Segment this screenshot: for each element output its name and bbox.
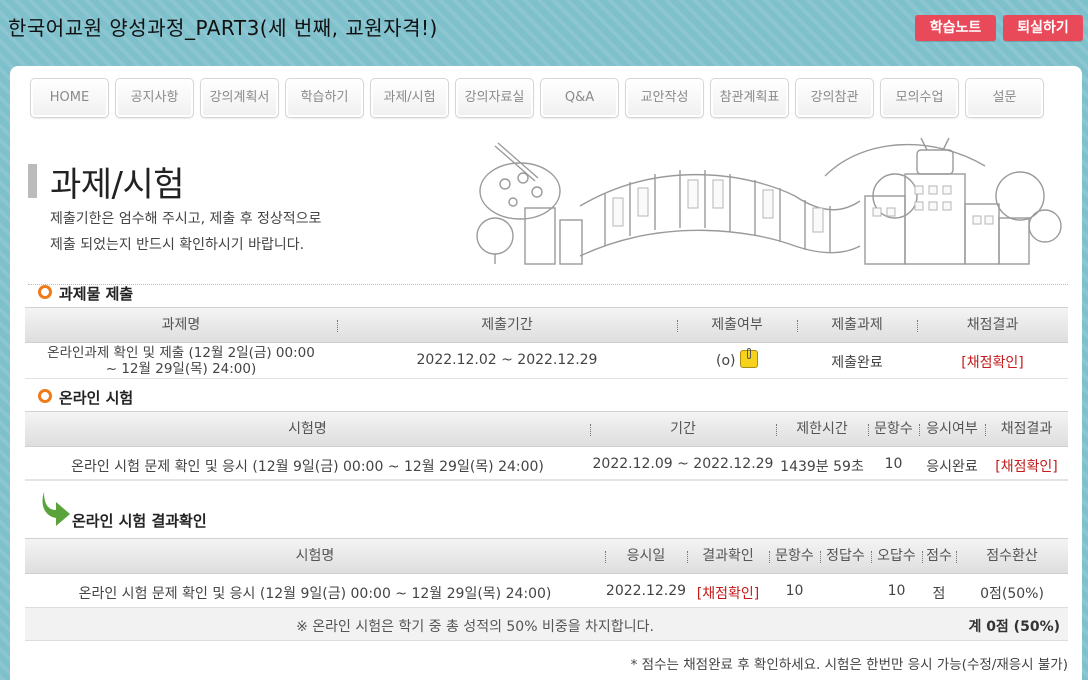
nav-syllabus[interactable]: 강의계획서 <box>200 78 279 118</box>
col-score: 점수 <box>926 548 952 564</box>
table-row: 온라인 시험 문제 확인 및 응시 (12월 9일(금) 00:00 ~ 12월… <box>25 575 1068 609</box>
assignment-name: 온라인과제 확인 및 제출 (12월 2일(금) 00:00 ~ 12월 29일… <box>25 345 337 377</box>
study-note-button[interactable]: 학습노트 <box>915 15 996 41</box>
exam-result-table-header: 시험명 응시일 결과확인 문항수 정답수 오답수 점수 점수환산 <box>25 538 1068 574</box>
nav-observation[interactable]: 강의참관 <box>795 78 874 118</box>
exit-button[interactable]: 퇴실하기 <box>1003 15 1083 41</box>
submitted-mark: (o) <box>716 353 736 369</box>
col-questions: 문항수 <box>874 421 913 437</box>
total-score: 계 0점 (50%) <box>968 619 1060 635</box>
row-divider <box>25 378 1068 379</box>
exam-grade-link[interactable]: [채점확인] <box>985 456 1068 476</box>
assignment-table-header: 과제명 제출기간 제출여부 제출과제 채점결과 <box>25 307 1068 343</box>
exam-name: 온라인 시험 문제 확인 및 응시 (12월 9일(금) 00:00 ~ 12월… <box>71 459 544 475</box>
col-submit-period: 제출기간 <box>481 317 533 333</box>
result-score: 점 <box>932 586 946 602</box>
assignment-submitted: (o) <box>677 348 797 369</box>
exam-footnote: * 점수는 채점완료 후 확인하세요. 시험은 한번만 응시 가능(수정/재응시… <box>630 657 1068 673</box>
exam-questions: 10 <box>884 456 903 472</box>
col-exam-date: 응시일 <box>626 548 666 564</box>
page-description-line2: 제출 되었는지 반드시 확인하시기 바랍니다. <box>50 237 305 253</box>
nav-observation-plan[interactable]: 참관계획표 <box>710 78 789 118</box>
exam-result-section-title: 온라인 시험 결과확인 <box>72 512 207 530</box>
col-correct: 정답수 <box>826 548 865 564</box>
result-grade-link[interactable]: [채점확인] <box>687 583 769 603</box>
green-curved-arrow-icon <box>42 492 70 526</box>
assignment-name-line2: ~ 12월 29일(목) 24:00) <box>105 361 257 377</box>
nav-materials[interactable]: 강의자료실 <box>455 78 534 118</box>
col-attended: 응시여부 <box>926 421 978 437</box>
assignment-status: 제출완료 <box>831 355 883 371</box>
result-wrong: 10 <box>887 583 906 599</box>
col-submitted: 제출여부 <box>711 317 763 333</box>
col-exam-name: 시험명 <box>295 548 335 564</box>
attachment-file-icon[interactable] <box>739 348 758 368</box>
col-assignment-name: 과제명 <box>161 317 201 333</box>
result-converted: 0점(50%) <box>980 586 1044 602</box>
result-summary-bar: ※ 온라인 시험은 학기 중 총 성적의 50% 비중을 차지합니다. 계 0점… <box>25 607 1068 641</box>
nav-assignment-exam[interactable]: 과제/시험 <box>370 78 449 118</box>
city-piano-illustration-icon <box>476 137 1062 265</box>
col-grade-result: 채점결과 <box>966 317 1019 333</box>
nav-lesson-plan[interactable]: 교안작성 <box>625 78 704 118</box>
nav-mock-class[interactable]: 모의수업 <box>880 78 959 118</box>
exam-section-title: 온라인 시험 <box>59 389 134 407</box>
nav-study[interactable]: 학습하기 <box>285 78 364 118</box>
weight-note: ※ 온라인 시험은 학기 중 총 성적의 50% 비중을 차지합니다. <box>296 619 654 635</box>
nav-home[interactable]: HOME <box>30 78 109 118</box>
col-result-check: 결과확인 <box>702 548 754 564</box>
assignment-grade-link[interactable]: [채점확인] <box>917 352 1068 372</box>
nav-survey[interactable]: 설문 <box>965 78 1044 118</box>
nav-qna[interactable]: Q&A <box>540 78 619 118</box>
title-bar: 한국어교원 양성과정_PART3(세 번째, 교원자격!) 학습노트 퇴실하기 <box>0 0 1088 60</box>
col-submit-task: 제출과제 <box>831 317 883 333</box>
col-converted-score: 점수환산 <box>986 548 1038 564</box>
col-time-limit: 제한시간 <box>796 421 848 437</box>
divider <box>28 284 1068 285</box>
exam-status: 응시완료 <box>926 459 978 475</box>
assignment-name-line1: 온라인과제 확인 및 제출 (12월 2일(금) 00:00 <box>47 345 315 361</box>
exam-time-limit: 1439분 59초 <box>780 459 864 475</box>
col-exam-name: 시험명 <box>288 421 327 437</box>
assignment-period: 2022.12.02 ~ 2022.12.29 <box>416 352 598 368</box>
col-exam-period: 기간 <box>670 421 696 437</box>
circle-bullet-icon <box>38 285 52 299</box>
col-wrong: 오답수 <box>877 548 916 564</box>
nav-notice[interactable]: 공지사항 <box>115 78 194 118</box>
content-panel: HOME 공지사항 강의계획서 학습하기 과제/시험 강의자료실 Q&A 교안작… <box>10 66 1082 680</box>
page-title: 과제/시험 <box>50 165 185 205</box>
result-exam-name: 온라인 시험 문제 확인 및 응시 (12월 9일(금) 00:00 ~ 12월… <box>78 586 552 602</box>
col-grade-result: 채점결과 <box>1000 421 1053 437</box>
table-row: 온라인 시험 문제 확인 및 응시 (12월 9일(금) 00:00 ~ 12월… <box>25 448 1068 482</box>
circle-bullet-icon <box>38 389 52 403</box>
col-questions: 문항수 <box>775 548 814 564</box>
page-description-line1: 제출기한은 엄수해 주시고, 제출 후 정상적으로 <box>50 211 322 227</box>
result-questions: 10 <box>785 583 804 599</box>
app-title: 한국어교원 양성과정_PART3(세 번째, 교원자격!) <box>8 16 438 40</box>
title-accent-bar <box>28 164 37 198</box>
exam-period: 2022.12.09 ~ 2022.12.29 <box>592 456 774 472</box>
row-divider <box>25 479 1068 481</box>
result-exam-date: 2022.12.29 <box>605 583 687 599</box>
table-row: 온라인과제 확인 및 제출 (12월 2일(금) 00:00 ~ 12월 29일… <box>25 344 1068 378</box>
assignment-section-title: 과제물 제출 <box>59 285 134 303</box>
exam-table-header: 시험명 기간 제한시간 문항수 응시여부 채점결과 <box>25 411 1068 447</box>
